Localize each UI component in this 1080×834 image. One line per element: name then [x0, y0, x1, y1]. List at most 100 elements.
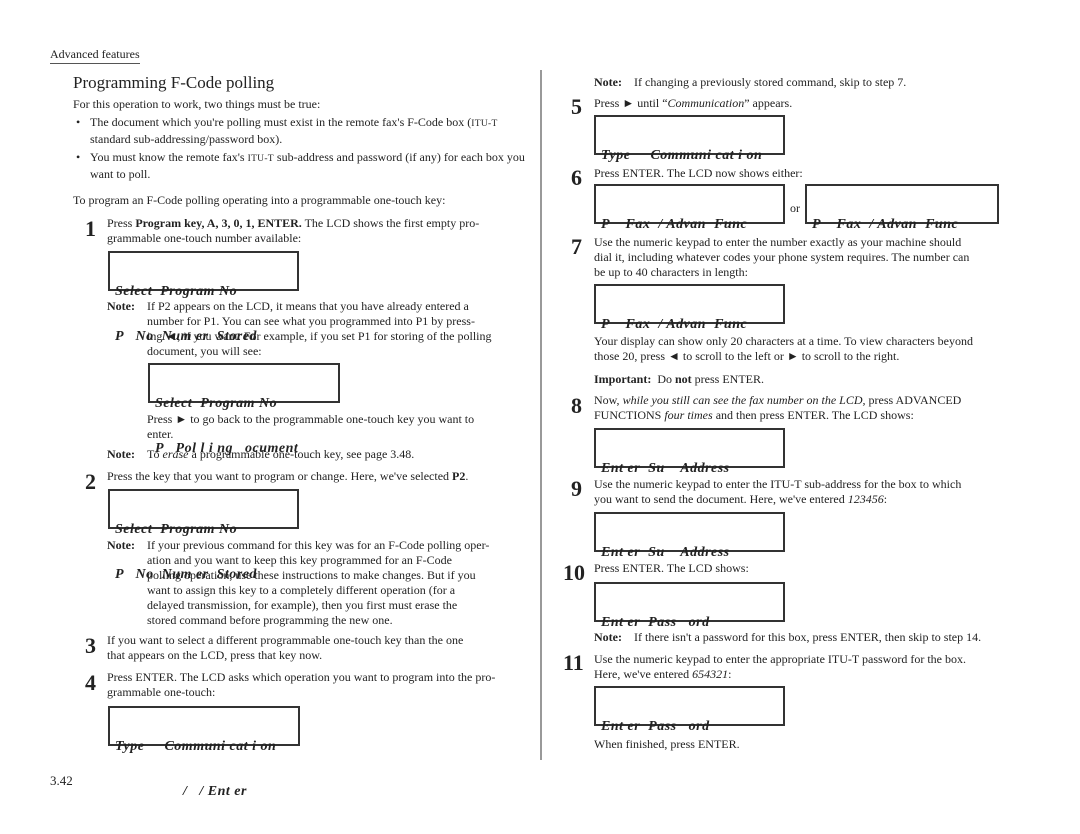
- important-text: Do: [657, 372, 675, 386]
- lcd-line-1: Type Communi cat i on: [601, 148, 763, 163]
- note-line: If P2 appears on the LCD, it means that …: [147, 299, 469, 313]
- note-line: If your previous command for this key wa…: [147, 538, 490, 552]
- step-text: press ADVANCED: [865, 393, 962, 407]
- step-8-text: Now, while you still can see the fax num…: [594, 393, 1024, 423]
- note-text: To erase a programmable one-touch key, s…: [147, 447, 414, 462]
- lcd-line-1: Ent er Pass ord: [601, 615, 710, 630]
- step-key: P2: [452, 469, 466, 483]
- note-label: Note:: [594, 630, 622, 644]
- step-keys: Program key, A, 3, 0, 1, ENTER.: [135, 216, 302, 230]
- step-text: ” appears.: [744, 96, 793, 110]
- step-emphasis: 654321: [692, 667, 729, 681]
- page-title: Programming F-Code polling: [73, 73, 275, 92]
- step-2-text: Press the key that you want to program o…: [107, 469, 537, 484]
- step-text: .: [465, 469, 469, 483]
- lcd-display: Ent er Pass ord: [594, 686, 785, 734]
- lcd-line-1: Select Program No: [115, 522, 238, 537]
- note-text: If there isn't a password for this box, …: [634, 630, 982, 644]
- step-number: 1: [85, 216, 96, 241]
- step-number: 4: [85, 670, 96, 695]
- step-line: that appears on the LCD, press that key …: [107, 648, 323, 662]
- step-line: Use the numeric keypad to enter the ITU-…: [594, 477, 962, 491]
- lcd-display: Select Program No P No Num er Stored: [108, 489, 299, 582]
- step-text: and then press ENTER. The LCD shows:: [712, 408, 914, 422]
- step-7-followup: Your display can show only 20 characters…: [594, 334, 1024, 364]
- lcd-display: Ent er Pass ord: [594, 582, 785, 630]
- lcd-display: Type Communi cat i on / / Ent er: [594, 115, 785, 208]
- note-line: delayed transmission, for example), then…: [147, 598, 458, 612]
- lcd-display: Type Communi cat i on / / Ent er: [108, 706, 300, 799]
- step-line: Use the numeric keypad to enter the numb…: [594, 235, 962, 249]
- step-line: dial it, including whatever codes your p…: [594, 250, 970, 264]
- note-text-part: To: [147, 447, 163, 461]
- bullet-item: • You must know the remote fax's ITU-T s…: [76, 150, 526, 182]
- note-label: Note:: [594, 75, 622, 89]
- step-emphasis: while you still can see the fax number o…: [622, 393, 866, 407]
- lcd-display: P Fax / Advan Func: [594, 184, 785, 232]
- note-text: If P2 appears on the LCD, it means that …: [147, 299, 527, 359]
- step-text: grammable one-touch number available:: [107, 231, 302, 245]
- bullet-text-cont: standard sub-addressing/password box).: [90, 132, 283, 146]
- step-emphasis: 123456: [847, 492, 884, 506]
- note-line: want to assign this key to a completely …: [147, 583, 456, 597]
- step-number: 11: [563, 650, 584, 675]
- step-number: 3: [85, 633, 96, 658]
- step-number: 2: [85, 469, 96, 494]
- lcd-line-1: Ent er Su Address: [601, 545, 730, 560]
- note-line: ing ◄, if you want. For example, if you …: [147, 329, 492, 343]
- lcd-line-1: Type Communi cat i on: [115, 739, 277, 754]
- step-line: Press ENTER. The LCD asks which operatio…: [107, 670, 496, 684]
- step-number: 9: [571, 476, 582, 501]
- note-text-part: a programmable one-touch key, see page 3…: [188, 447, 415, 461]
- step-4-text: Press ENTER. The LCD asks which operatio…: [107, 670, 537, 700]
- step-line: Your display can show only 20 characters…: [594, 334, 973, 348]
- step-line: Use the numeric keypad to enter the appr…: [594, 652, 966, 666]
- step-text: Now,: [594, 393, 623, 407]
- lcd-display: Select Program No P No Num er Stored: [108, 251, 299, 344]
- step-line: grammable one-touch:: [107, 685, 216, 699]
- step-number: 8: [571, 393, 582, 418]
- lcd-line-1: P Fax / Advan Func: [812, 217, 959, 232]
- note-line: document, you will see:: [147, 344, 262, 358]
- bullet-smallcaps: ITU-T: [471, 119, 498, 129]
- note-label: Note:: [107, 538, 135, 552]
- step-1-text: Press Program key, A, 3, 0, 1, ENTER. Th…: [107, 216, 537, 246]
- note-line: enter.: [147, 427, 174, 441]
- step-number: 5: [571, 94, 582, 119]
- step-emphasis: Communication: [667, 96, 745, 110]
- step-number: 10: [563, 560, 585, 585]
- step-11-text: Use the numeric keypad to enter the appr…: [594, 652, 1024, 682]
- step-line: If you want to select a different progra…: [107, 633, 464, 647]
- step-7-text: Use the numeric keypad to enter the numb…: [594, 235, 1024, 280]
- step-text: you want to send the document. Here, we'…: [594, 492, 848, 506]
- lcd-display: P Fax / Advan Func: [594, 284, 785, 332]
- step-text: :: [728, 667, 732, 681]
- step-3-text: If you want to select a different progra…: [107, 633, 537, 663]
- important-text: press ENTER.: [691, 372, 764, 386]
- note-text: If changing a previously stored command,…: [634, 75, 907, 89]
- note-line: number for P1. You can see what you prog…: [147, 314, 475, 328]
- bullet-text: The document which you're polling must e…: [90, 115, 472, 129]
- column-divider: [540, 70, 542, 760]
- important-note: Important: Do not press ENTER.: [594, 372, 764, 387]
- lcd-display: Select Program No P Pol l i ng ocument: [148, 363, 340, 456]
- note-line: stored command before programming the ne…: [147, 613, 393, 627]
- step-text: Press ► until “: [594, 96, 668, 110]
- step-text: FUNCTIONS: [594, 408, 665, 422]
- step-number: 7: [571, 234, 582, 259]
- note-label: Note:: [107, 447, 135, 461]
- note-text: If your previous command for this key wa…: [147, 538, 527, 628]
- bullet-dot: •: [76, 115, 81, 129]
- lcd-display: Ent er Su Address: [594, 428, 785, 476]
- step-5-text: Press ► until “Communication” appears.: [594, 96, 792, 111]
- intro-lead: For this operation to work, two things m…: [73, 97, 321, 111]
- lcd-line-1: Ent er Pass ord: [601, 719, 710, 734]
- important-bold: not: [675, 372, 692, 386]
- note-line: ation and you want to keep this key prog…: [147, 553, 452, 567]
- note-line: Press ► to go back to the programmable o…: [147, 412, 475, 426]
- bullet-item: • The document which you're polling must…: [76, 115, 526, 147]
- note-followup: Press ► to go back to the programmable o…: [147, 412, 527, 442]
- lcd-line-1: P Fax / Advan Func: [601, 317, 748, 332]
- step-number: 6: [571, 165, 582, 190]
- section-label: Advanced features: [50, 47, 140, 64]
